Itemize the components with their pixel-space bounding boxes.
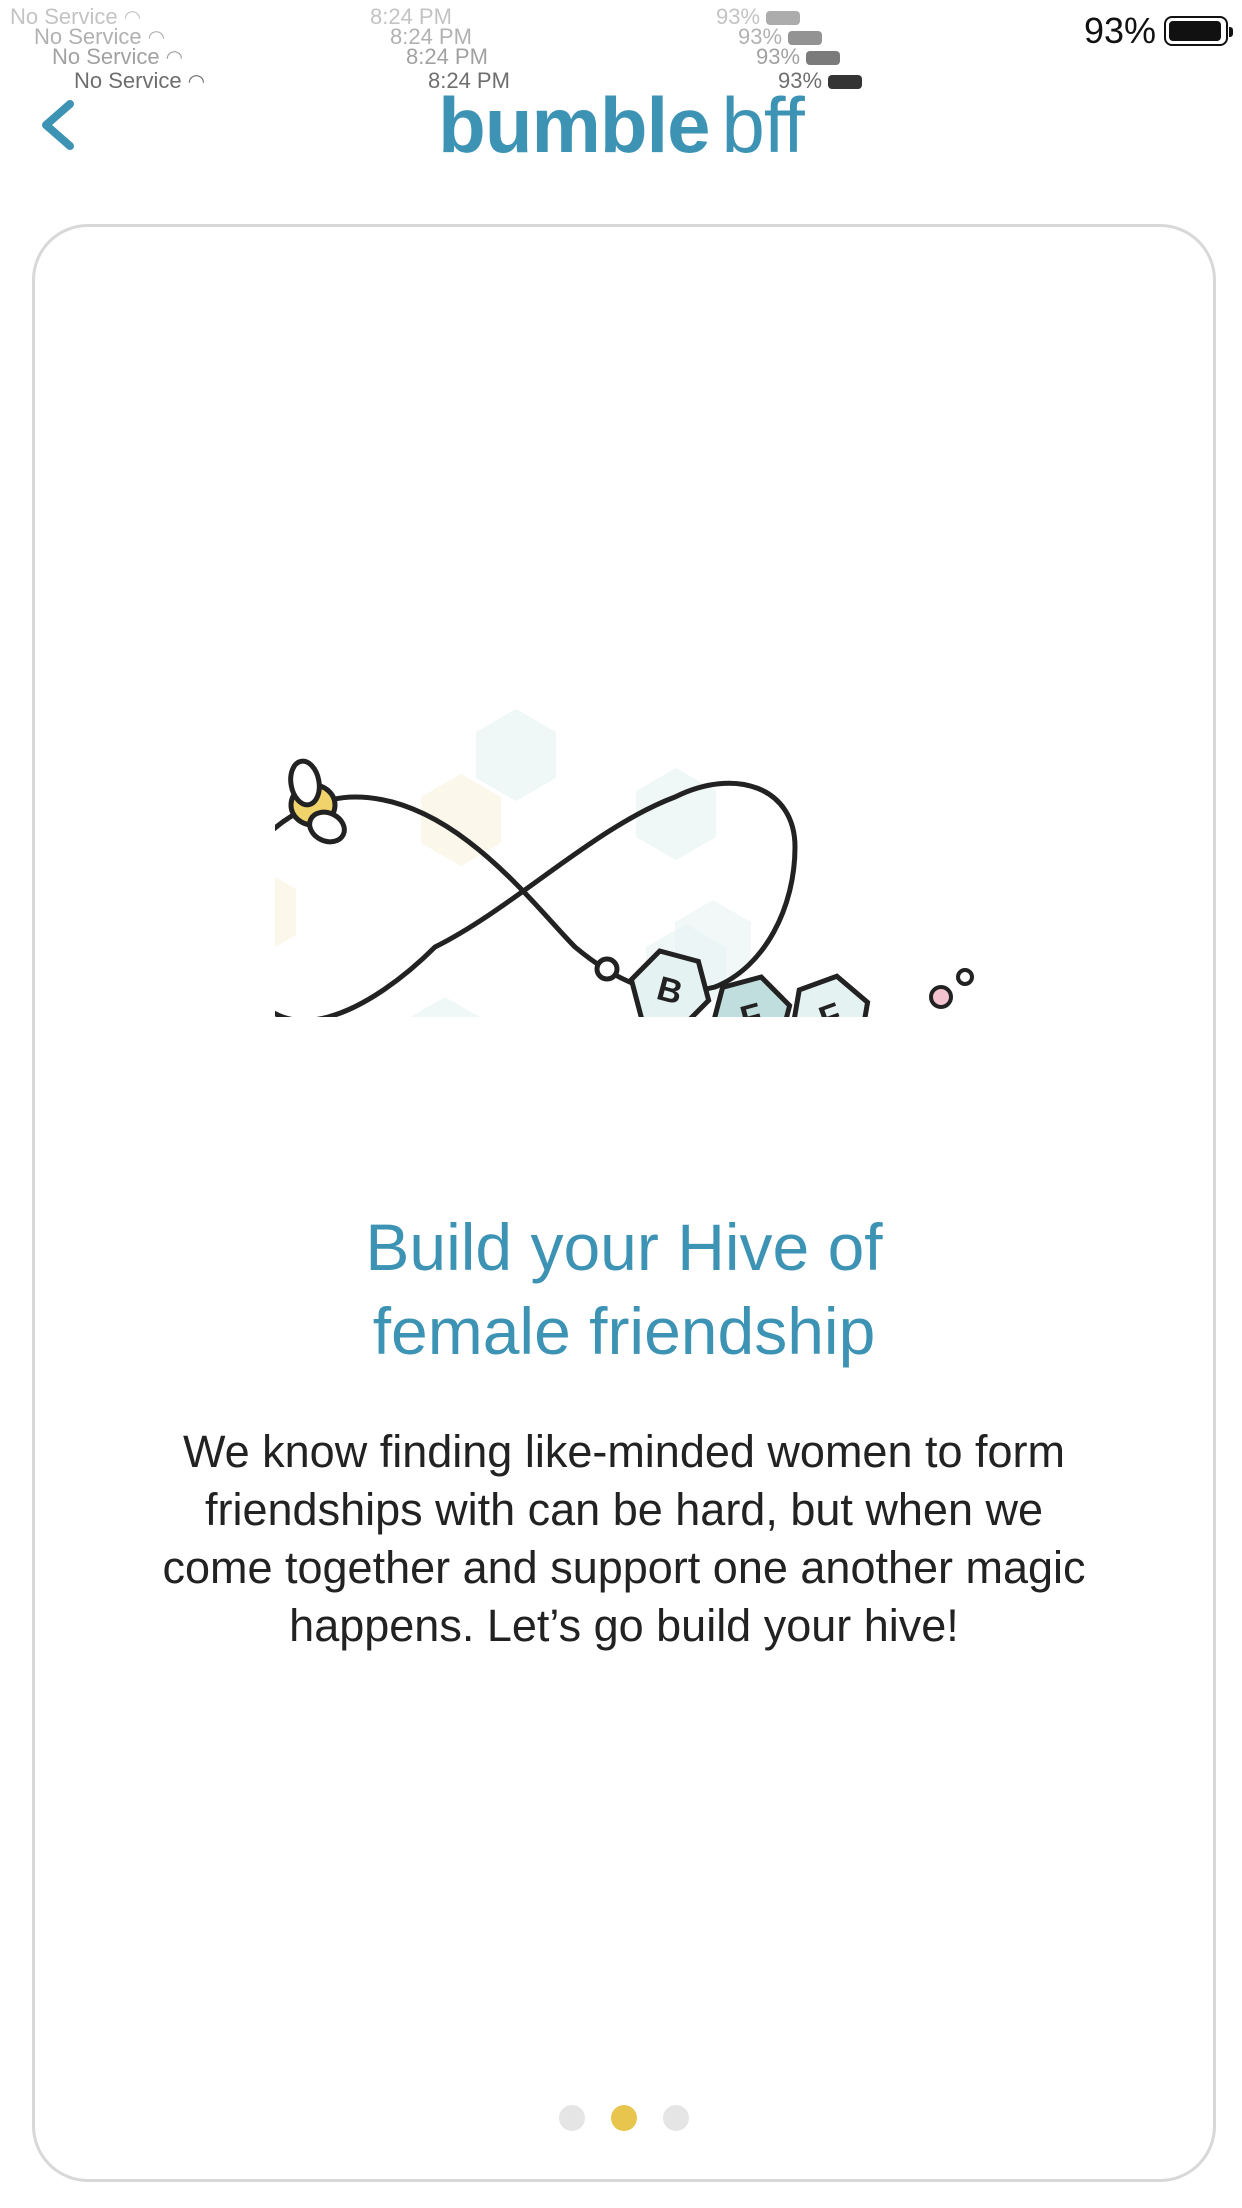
background-hexagon (410, 997, 480, 1017)
page-dot-active[interactable] (611, 2105, 637, 2131)
app-logo: bumble bff (0, 85, 1242, 165)
card-body: We know finding like-minded women to for… (75, 1423, 1173, 1655)
page-dot[interactable] (663, 2105, 689, 2131)
bracelet-bead (956, 968, 974, 986)
ghost-battery: 93% (756, 44, 841, 70)
bracelet-bead-pink (929, 985, 953, 1009)
body-line: friendships with can be hard, but when w… (205, 1484, 1043, 1535)
background-hexagon (476, 709, 556, 801)
battery-icon (1164, 16, 1233, 46)
logo-word-bumble: bumble (438, 81, 710, 169)
bracelet-bead (594, 956, 620, 982)
background-hexagon (636, 768, 716, 860)
ghost-carrier: No Service ◠ (52, 44, 184, 69)
background-hexagon (275, 876, 296, 948)
body-line: We know finding like-minded women to for… (182, 1426, 1066, 1477)
battery-percent: 93% (1083, 10, 1156, 51)
onboarding-card[interactable]: B F F Build your Hive of female friendsh… (32, 224, 1216, 2182)
ghost-time: 8:24 PM (406, 44, 488, 69)
card-headline: Build your Hive of female friendship (35, 1205, 1213, 1373)
body-line: come together and support one another ma… (162, 1542, 1086, 1593)
headline-line: female friendship (372, 1294, 876, 1368)
headline-line: Build your Hive of (365, 1210, 883, 1284)
page-indicator[interactable] (35, 2105, 1213, 2135)
bee-icon (288, 758, 347, 845)
page-dot[interactable] (559, 2105, 585, 2131)
wifi-icon: ◠ (165, 47, 184, 69)
logo-word-bff: bff (721, 81, 805, 169)
battery-indicator: 93% (1083, 10, 1233, 51)
body-line: happens. Let’s go build your hive! (289, 1600, 959, 1651)
battery-icon (806, 51, 841, 66)
infinity-bracelet-illustration: B F F (275, 709, 974, 1017)
bead-f2: F (789, 973, 871, 1017)
